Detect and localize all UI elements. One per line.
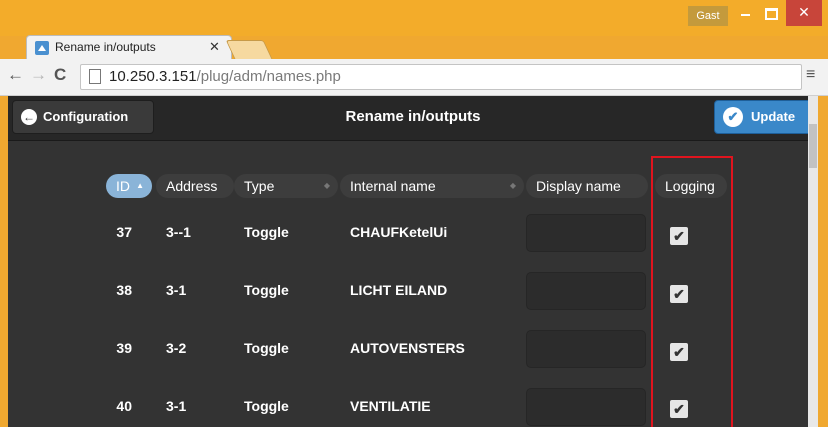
cell-address: 3-1 — [166, 398, 187, 414]
cell-type: Toggle — [244, 224, 289, 240]
forward-arrow-icon[interactable]: → — [30, 65, 47, 85]
favicon-icon — [35, 41, 49, 55]
new-tab-button[interactable] — [225, 40, 273, 59]
window-titlebar: Gast ✕ — [0, 0, 828, 36]
user-badge[interactable]: Gast — [688, 6, 728, 26]
scrollbar[interactable] — [808, 96, 818, 427]
tab-close-icon[interactable]: ✕ — [209, 39, 220, 55]
cell-internal-name: VENTILATIE — [350, 398, 431, 414]
minimize-icon — [740, 14, 750, 16]
cell-id: 40 — [116, 398, 132, 414]
url-text: 10.250.3.151/plug/adm/names.php — [109, 68, 341, 85]
tab-title: Rename in/outputs — [55, 40, 156, 54]
column-header-display-name[interactable]: Display name — [526, 174, 648, 198]
cell-address: 3--1 — [166, 224, 191, 240]
browser-tab[interactable]: Rename in/outputs ✕ — [26, 35, 232, 60]
display-name-input[interactable] — [526, 330, 646, 368]
sort-icon: ◆ — [323, 181, 330, 190]
maximize-icon — [764, 8, 778, 20]
cell-type: Toggle — [244, 340, 289, 356]
page-title: Rename in/outputs — [345, 108, 481, 125]
column-header-type[interactable]: Type ◆ — [234, 174, 338, 198]
app-content: ← Configuration Rename in/outputs ✔ Upda… — [8, 96, 818, 427]
update-label: Update — [751, 109, 796, 124]
browser-menu-icon[interactable]: ≡ — [806, 66, 815, 84]
column-header-address[interactable]: Address — [156, 174, 234, 198]
sort-asc-icon: ▲ — [136, 181, 144, 190]
cell-id: 38 — [116, 282, 132, 298]
column-header-internal-name[interactable]: Internal name ◆ — [340, 174, 524, 198]
column-header-id[interactable]: ID ▲ — [106, 174, 152, 198]
display-name-input[interactable] — [526, 388, 646, 426]
update-button[interactable]: ✔ Update — [714, 100, 812, 134]
cell-type: Toggle — [244, 398, 289, 414]
logging-column-highlight — [651, 156, 733, 427]
cell-id: 39 — [116, 340, 132, 356]
cell-internal-name: CHAUFKetelUi — [350, 224, 448, 240]
cell-type: Toggle — [244, 282, 289, 298]
app-header: ← Configuration Rename in/outputs ✔ Upda… — [8, 96, 818, 141]
minimize-button[interactable] — [732, 0, 758, 26]
page-icon — [89, 69, 101, 84]
cell-id: 37 — [116, 224, 132, 240]
back-arrow-icon[interactable]: ← — [7, 65, 24, 85]
cell-internal-name: LICHT EILAND — [350, 282, 448, 298]
cell-internal-name: AUTOVENSTERS — [350, 340, 465, 356]
scrollbar-thumb[interactable] — [809, 124, 817, 168]
maximize-button[interactable] — [758, 0, 784, 26]
address-bar[interactable]: 10.250.3.151/plug/adm/names.php — [80, 64, 802, 90]
sort-icon: ◆ — [509, 181, 516, 190]
reload-icon[interactable]: C — [54, 65, 66, 85]
cell-address: 3-2 — [166, 340, 187, 356]
cell-address: 3-1 — [166, 282, 187, 298]
check-icon: ✔ — [723, 107, 743, 127]
browser-toolbar: ← → C 10.250.3.151/plug/adm/names.php ≡ — [0, 59, 828, 96]
display-name-input[interactable] — [526, 272, 646, 310]
display-name-input[interactable] — [526, 214, 646, 252]
close-window-button[interactable]: ✕ — [786, 0, 822, 26]
